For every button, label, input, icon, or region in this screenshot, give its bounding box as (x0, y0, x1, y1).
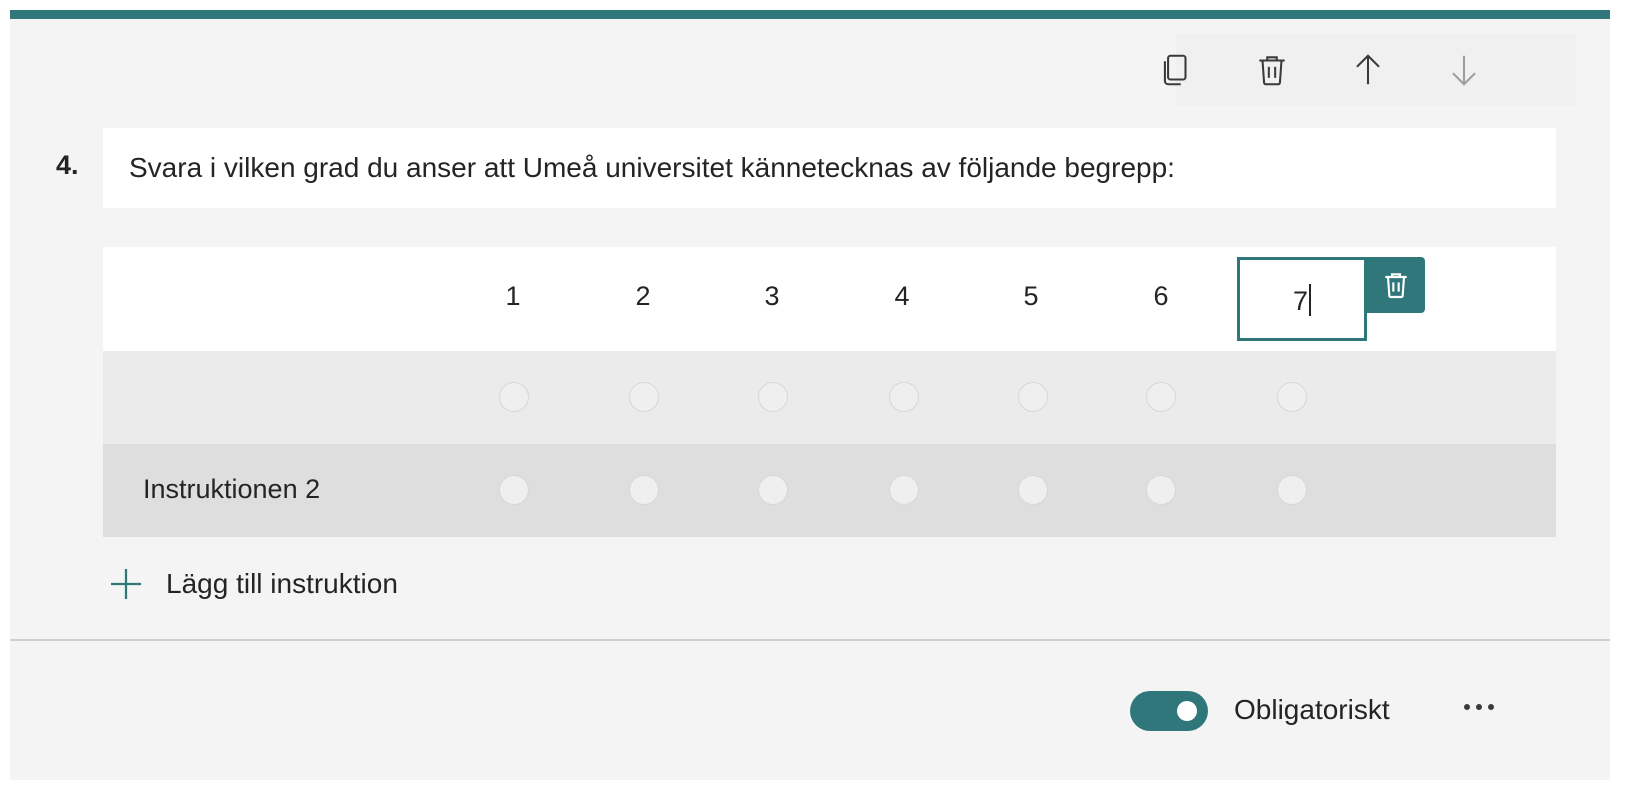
toggle-knob (1177, 701, 1197, 721)
likert-grid: 1 2 3 4 5 6 7 Instruktionen 2 (103, 247, 1556, 537)
question-card[interactable]: 4. Svara i vilken grad du anser att Umeå… (10, 10, 1610, 780)
likert-radio[interactable] (629, 382, 659, 412)
likert-column-1[interactable]: 1 (483, 281, 543, 312)
move-up-button[interactable] (1344, 46, 1392, 94)
likert-radio[interactable] (499, 382, 529, 412)
plus-icon (111, 569, 141, 599)
likert-radio[interactable] (1277, 475, 1307, 505)
arrow-up-icon (1356, 54, 1380, 85)
likert-radio[interactable] (889, 382, 919, 412)
more-dot-icon (1464, 704, 1470, 710)
question-number: 4. (56, 150, 79, 180)
likert-radio[interactable] (889, 475, 919, 505)
likert-column-2[interactable]: 2 (613, 281, 673, 312)
likert-radio[interactable] (629, 475, 659, 505)
likert-column-7-input[interactable]: 7 (1237, 257, 1367, 341)
more-dot-icon (1488, 704, 1494, 710)
more-dot-icon (1476, 704, 1482, 710)
likert-radio[interactable] (758, 475, 788, 505)
likert-column-5[interactable]: 5 (1001, 281, 1061, 312)
likert-radio[interactable] (1277, 382, 1307, 412)
question-toolbar (1163, 34, 1576, 106)
delete-column-button[interactable] (1367, 257, 1425, 313)
arrow-down-icon (1452, 55, 1476, 86)
add-statement-button[interactable]: Lägg till instruktion (108, 562, 398, 606)
required-label: Obligatoriskt (1234, 694, 1390, 725)
add-statement-label: Lägg till instruktion (166, 568, 398, 599)
likert-column-6[interactable]: 6 (1131, 281, 1191, 312)
likert-row (103, 351, 1556, 444)
likert-radio[interactable] (1018, 382, 1048, 412)
likert-radio[interactable] (499, 475, 529, 505)
likert-column-7-value: 7 (1292, 286, 1309, 316)
likert-radio[interactable] (1146, 475, 1176, 505)
likert-header: 1 2 3 4 5 6 7 (103, 247, 1556, 351)
likert-radio[interactable] (1146, 382, 1176, 412)
copy-icon (1163, 54, 1187, 86)
footer-divider (10, 639, 1610, 641)
likert-row-label[interactable]: Instruktionen 2 (143, 474, 320, 505)
required-toggle[interactable] (1130, 691, 1208, 731)
text-caret (1309, 284, 1312, 316)
trash-icon (1385, 273, 1407, 299)
question-title-input[interactable]: Svara i vilken grad du anser att Umeå un… (103, 128, 1556, 208)
likert-row: Instruktionen 2 (103, 444, 1556, 537)
delete-question-button[interactable] (1248, 46, 1296, 94)
likert-radio[interactable] (1018, 475, 1048, 505)
likert-radio[interactable] (758, 382, 788, 412)
likert-column-4[interactable]: 4 (872, 281, 932, 312)
more-options-button[interactable] (1456, 692, 1502, 722)
trash-icon (1259, 56, 1285, 86)
move-down-button[interactable] (1440, 46, 1488, 94)
likert-column-3[interactable]: 3 (742, 281, 802, 312)
copy-question-button[interactable] (1152, 46, 1200, 94)
card-accent-bar (10, 10, 1610, 19)
